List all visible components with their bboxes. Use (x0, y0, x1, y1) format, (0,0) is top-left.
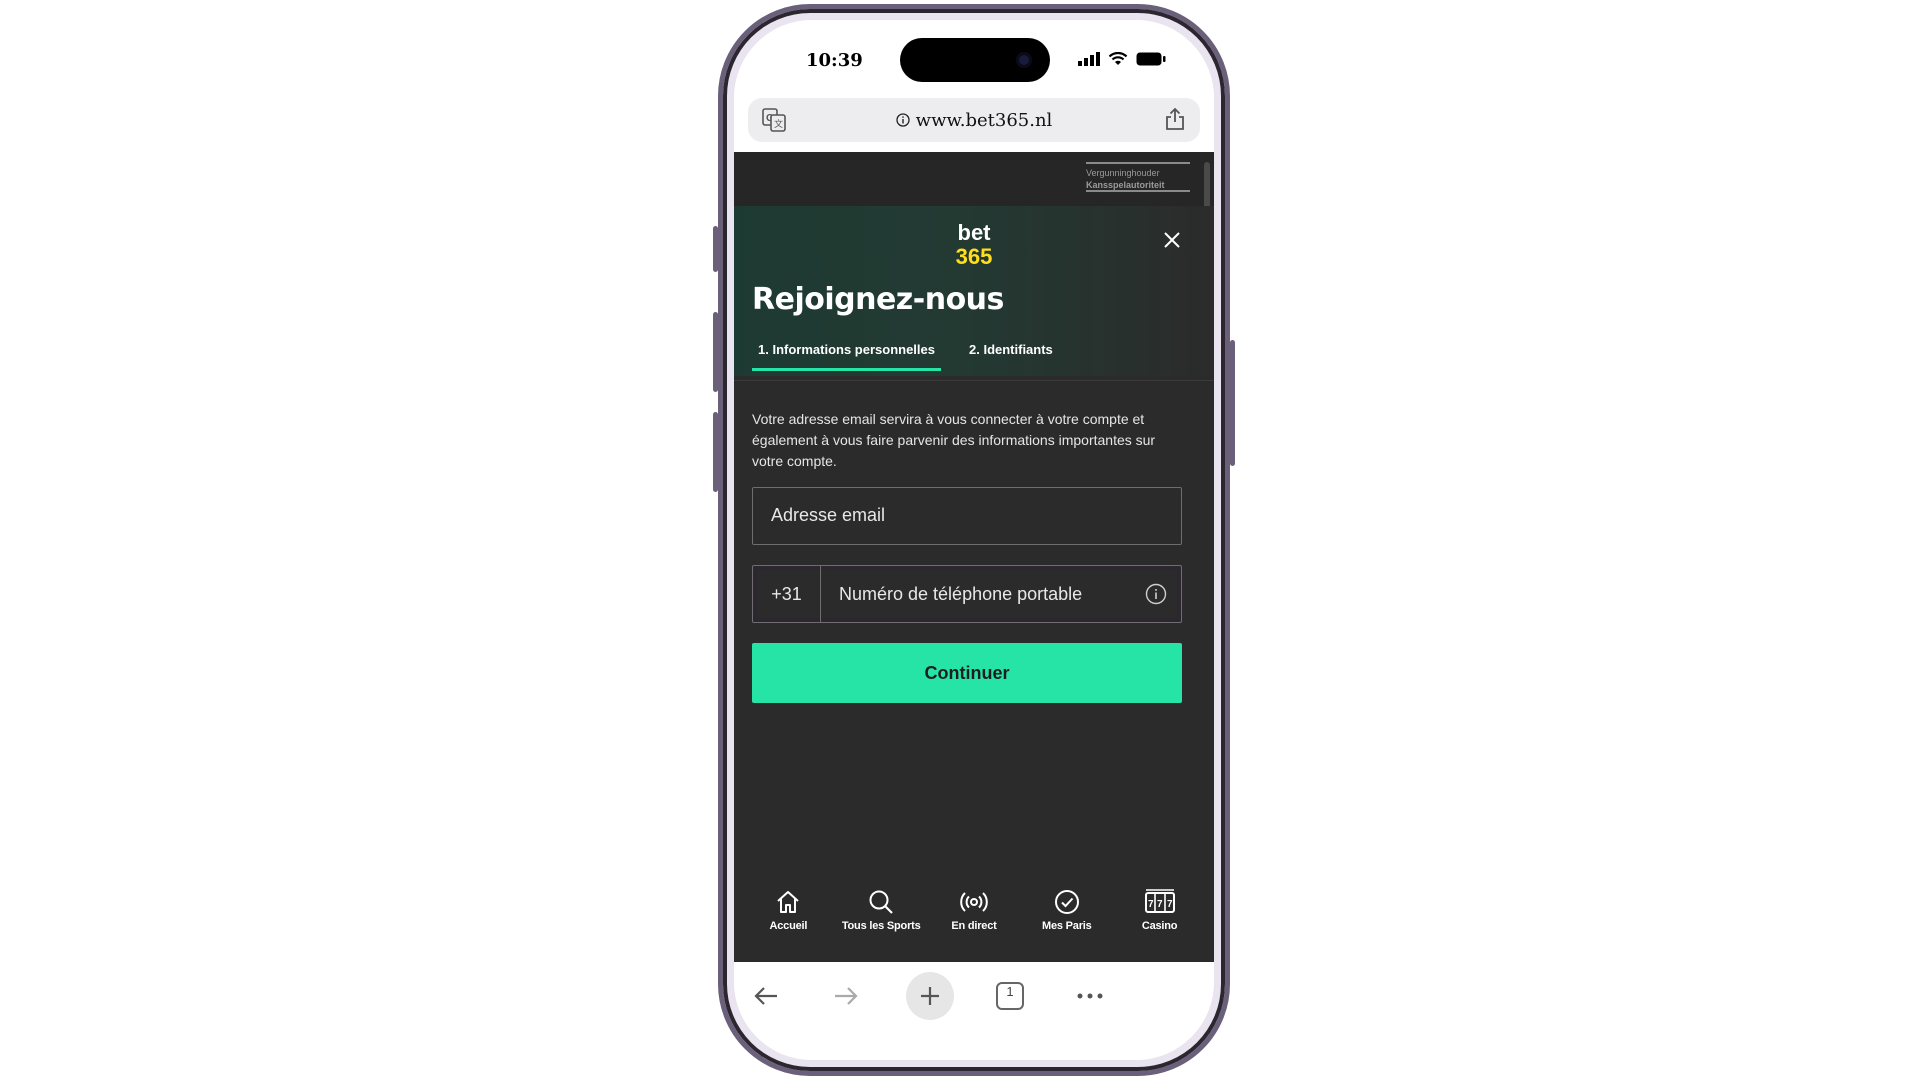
email-info-text: Votre adresse email servira à vous conne… (752, 411, 1156, 469)
side-button-volume-up (713, 312, 718, 392)
svg-text:文: 文 (774, 118, 783, 129)
system-icons (1078, 52, 1166, 66)
license-line-2: Kansspelautoriteit (1086, 180, 1165, 190)
bet365-logo: bet 365 (944, 220, 1004, 270)
email-placeholder: Adresse email (771, 505, 886, 525)
bottom-nav: Accueil Tous les Sports En direct Mes Pa… (734, 888, 1214, 962)
nav-item-my-bets[interactable]: Mes Paris (1023, 888, 1111, 962)
signal-icon (1078, 52, 1100, 66)
new-tab-button[interactable] (906, 972, 954, 1020)
home-icon (777, 891, 800, 913)
slot-machine-icon: 7 7 7 (1144, 889, 1175, 913)
logo-text-365: 365 (955, 244, 993, 269)
tab-credentials[interactable]: 2. Identifiants (963, 342, 1059, 371)
svg-text:7: 7 (1167, 899, 1173, 910)
browser-toolbar: 1 (734, 962, 1214, 1060)
nav-item-live[interactable]: En direct (930, 888, 1018, 962)
camera-icon (1016, 52, 1032, 68)
web-content: Vergunninghouder Kansspelautoriteit bet … (734, 152, 1214, 962)
dynamic-island (900, 38, 1050, 82)
back-button[interactable] (744, 974, 788, 1018)
phone-screen: 10:39 G 文 www.bet365.nl Vergunninghouder… (734, 20, 1214, 1060)
share-icon[interactable] (1164, 107, 1186, 136)
top-strip: Vergunninghouder Kansspelautoriteit (734, 152, 1214, 206)
tab-personal-info[interactable]: 1. Informations personnelles (752, 342, 941, 371)
more-horizontal-icon (1077, 993, 1103, 999)
nav-label: En direct (951, 920, 997, 932)
close-icon[interactable] (1160, 228, 1184, 252)
side-button-action (713, 226, 718, 272)
license-badge[interactable]: Vergunninghouder Kansspelautoriteit (1086, 162, 1190, 192)
nav-label: Casino (1141, 920, 1178, 932)
site-info-icon[interactable] (896, 113, 910, 127)
live-broadcast-icon (960, 892, 988, 912)
license-line-1: Vergunninghouder (1086, 168, 1160, 178)
translate-icon[interactable]: G 文 (762, 108, 786, 137)
signup-form: Votre adresse email servira à vous conne… (734, 380, 1214, 962)
nav-label: Tous les Sports (841, 920, 921, 932)
more-menu-button[interactable] (1068, 974, 1112, 1018)
arrow-left-icon (754, 987, 777, 1005)
battery-icon (1136, 52, 1166, 66)
info-icon[interactable] (1145, 583, 1167, 610)
side-button-power (1230, 340, 1235, 466)
side-button-volume-down (713, 412, 718, 492)
phone-country-code[interactable]: +31 (753, 566, 821, 622)
signup-header: bet 365 Rejoignez-nous 1. Informations p… (734, 206, 1214, 376)
signup-steps: 1. Informations personnelles 2. Identifi… (752, 342, 1059, 371)
page-title: Rejoignez-nous (752, 282, 1004, 317)
wifi-icon (1108, 52, 1128, 65)
svg-text:7: 7 (1157, 899, 1163, 910)
search-icon (869, 890, 893, 914)
status-bar: 10:39 G 文 www.bet365.nl (734, 20, 1214, 142)
logo-text-bet: bet (957, 220, 991, 245)
url-bar[interactable]: G 文 www.bet365.nl (748, 98, 1200, 142)
forward-button[interactable] (824, 974, 868, 1018)
arrow-right-icon (835, 987, 858, 1005)
tabs-button[interactable]: 1 (988, 974, 1032, 1018)
status-time: 10:39 (806, 50, 863, 71)
tab-count: 1 (996, 982, 1024, 1010)
nav-item-casino[interactable]: 7 7 7 Casino (1116, 888, 1204, 962)
nav-item-home[interactable]: Accueil (744, 888, 832, 962)
check-circle-icon (1054, 890, 1079, 914)
nav-item-all-sports[interactable]: Tous les Sports (837, 888, 925, 962)
plus-icon (921, 987, 939, 1005)
continue-button[interactable]: Continuer (752, 643, 1182, 703)
url-text[interactable]: www.bet365.nl (916, 110, 1053, 131)
phone-placeholder: Numéro de téléphone portable (839, 584, 1083, 604)
nav-label: Accueil (769, 920, 808, 932)
phone-field[interactable]: +31 Numéro de téléphone portable (752, 565, 1182, 623)
svg-text:7: 7 (1148, 899, 1154, 910)
nav-label: Mes Paris (1041, 920, 1092, 932)
email-field[interactable]: Adresse email (752, 487, 1182, 545)
